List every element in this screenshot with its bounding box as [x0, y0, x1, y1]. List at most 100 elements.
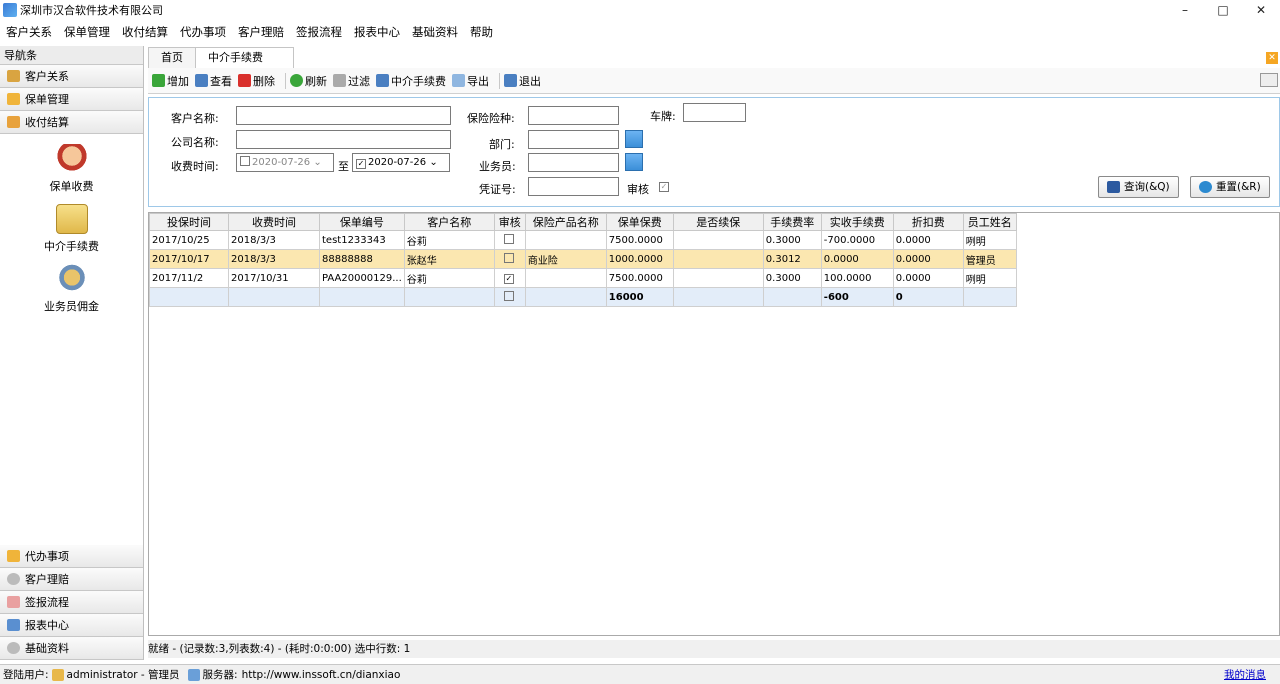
view-button[interactable]: 查看 — [195, 73, 232, 89]
export-button[interactable]: 导出 — [452, 73, 489, 89]
server-icon — [187, 668, 200, 681]
close-tab-icon[interactable]: ✕ — [1266, 52, 1278, 64]
maximize-button[interactable]: □ — [1204, 0, 1242, 20]
nav-group-todo[interactable]: 代办事项 — [0, 545, 143, 568]
cell — [672, 268, 764, 288]
nav-group-label: 签报流程 — [25, 596, 69, 609]
close-button[interactable]: ✕ — [1242, 0, 1280, 20]
add-button[interactable]: 增加 — [152, 73, 189, 89]
cell — [672, 230, 764, 250]
plate-input[interactable] — [683, 103, 746, 122]
col-header[interactable]: 客户名称 — [403, 213, 495, 231]
row-audit-checkbox[interactable] — [503, 253, 514, 263]
messages-link[interactable]: 我的消息 — [1224, 667, 1266, 682]
menu-basedata[interactable]: 基础资料 — [406, 24, 464, 40]
menu-reports[interactable]: 报表中心 — [348, 24, 406, 40]
row-audit-checkbox[interactable]: ✓ — [503, 274, 514, 284]
menu-policy[interactable]: 保单管理 — [58, 24, 116, 40]
server-url: http://www.inssoft.cn/dianxiao — [241, 668, 401, 681]
customer-name-input[interactable] — [236, 106, 451, 125]
gear-icon — [7, 573, 20, 585]
col-header[interactable]: 手续费率 — [762, 213, 822, 231]
col-header[interactable]: 收费时间 — [228, 213, 320, 231]
row-audit-checkbox[interactable] — [503, 234, 514, 244]
nav-group-approval[interactable]: 签报流程 — [0, 591, 143, 614]
cell: 谷莉 — [403, 230, 495, 250]
binoculars-icon — [1107, 181, 1120, 193]
customer-name-label: 客户名称: — [171, 112, 219, 125]
nav-group-claims[interactable]: 客户理赔 — [0, 568, 143, 591]
date-from-checkbox[interactable] — [240, 156, 250, 166]
department-picker-button[interactable] — [625, 130, 643, 148]
menu-todo[interactable]: 代办事项 — [174, 24, 232, 40]
col-header[interactable]: 保单编号 — [319, 213, 405, 231]
toolbar-separator — [499, 72, 500, 89]
col-header[interactable]: 是否续保 — [672, 213, 764, 231]
col-header[interactable]: 员工姓名 — [962, 213, 1017, 231]
menu-claims[interactable]: 客户理赔 — [232, 24, 290, 40]
nav-sub-commission[interactable]: 业务员佣金 — [0, 298, 143, 314]
cell — [149, 287, 229, 307]
table-row[interactable]: 2017/11/2 2017/10/31 PAA20000129... 谷莉 ✓… — [149, 268, 1017, 288]
print-button[interactable]: 中介手续费 — [376, 73, 446, 89]
audit-checkbox[interactable]: ✓ — [659, 182, 669, 192]
cell: 0.3000 — [762, 230, 822, 250]
cell — [524, 230, 607, 250]
salesman-picker-button[interactable] — [625, 153, 643, 171]
nav-group-label: 基础资料 — [25, 642, 69, 655]
tab-home[interactable]: 首页 — [148, 47, 196, 68]
date-from-picker[interactable]: 2020-07-26 ⌄ — [236, 153, 334, 172]
nav-group-reports[interactable]: 报表中心 — [0, 614, 143, 637]
filter-button[interactable]: 过滤 — [333, 73, 370, 89]
salesman-input[interactable] — [528, 153, 619, 172]
table-row[interactable]: 2017/10/17 2018/3/3 88888888 张赵华 商业险 100… — [149, 249, 1017, 269]
fee-time-label: 收费时间: — [171, 160, 219, 173]
cell: 商业险 — [524, 249, 607, 269]
view-options-icon[interactable] — [1260, 73, 1278, 87]
cell: -700.0000 — [820, 230, 894, 250]
nav-group-basedata[interactable]: 基础资料 — [0, 637, 143, 660]
toolbar-separator — [285, 72, 286, 89]
col-header[interactable]: 保单保费 — [605, 213, 674, 231]
cell: 管理员 — [962, 249, 1017, 269]
nav-header: 导航条 — [0, 46, 143, 65]
col-header[interactable]: 实收手续费 — [820, 213, 894, 231]
menu-approval[interactable]: 签报流程 — [290, 24, 348, 40]
tab-agency-fee[interactable]: 中介手续费 — [195, 47, 294, 68]
nav-group-label: 客户理赔 — [25, 573, 69, 586]
cell: PAA20000129... — [319, 268, 405, 288]
cell — [672, 249, 764, 269]
nav-group-policy[interactable]: 保单管理 — [0, 88, 143, 111]
query-label: 查询(&Q) — [1124, 181, 1170, 193]
reset-button[interactable]: 重置(&R) — [1190, 176, 1270, 198]
minimize-button[interactable]: – — [1166, 0, 1204, 20]
nav-group-customer[interactable]: 客户关系 — [0, 65, 143, 88]
query-button[interactable]: 查询(&Q) — [1098, 176, 1179, 198]
voucher-input[interactable] — [528, 177, 619, 196]
department-input[interactable] — [528, 130, 619, 149]
menu-customer[interactable]: 客户关系 — [0, 24, 58, 40]
delete-button[interactable]: 删除 — [238, 73, 275, 89]
date-to-picker[interactable]: ✓ 2020-07-26 ⌄ — [352, 153, 450, 172]
menu-settlement[interactable]: 收付结算 — [116, 24, 174, 40]
filter-panel: 客户名称: 公司名称: 收费时间: 2020-07-26 ⌄ 至 ✓ 2020-0… — [148, 97, 1280, 207]
nav-group-settlement[interactable]: 收付结算 — [0, 111, 143, 134]
date-to-checkbox[interactable]: ✓ — [356, 159, 366, 169]
menu-help[interactable]: 帮助 — [464, 24, 499, 40]
table-row[interactable]: 2017/10/25 2018/3/3 test1233343 谷莉 7500.… — [149, 230, 1017, 250]
exit-button[interactable]: 退出 — [504, 73, 541, 89]
nav-sub-agency-fee[interactable]: 中介手续费 — [0, 238, 143, 254]
voucher-label: 凭证号: — [479, 183, 516, 196]
refresh-button[interactable]: 刷新 — [290, 73, 327, 89]
row-audit-checkbox — [503, 291, 514, 301]
cell: 7500.0000 — [605, 268, 674, 288]
plus-icon — [152, 74, 165, 87]
company-name-input[interactable] — [236, 130, 451, 149]
col-header[interactable]: 保险产品名称 — [524, 213, 607, 231]
col-header[interactable]: 投保时间 — [149, 213, 229, 231]
col-header[interactable]: 审核 — [493, 213, 526, 231]
view-label: 查看 — [210, 74, 232, 88]
insurance-type-input[interactable] — [528, 106, 619, 125]
col-header[interactable]: 折扣费 — [892, 213, 964, 231]
nav-sub-policy-fee[interactable]: 保单收费 — [0, 178, 143, 194]
